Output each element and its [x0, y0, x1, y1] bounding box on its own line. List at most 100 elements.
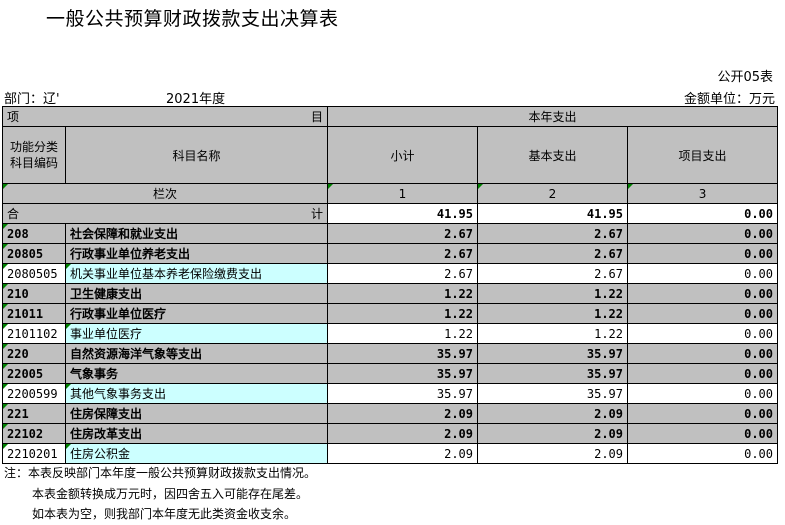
row-basic: 35.97	[477, 383, 628, 404]
row-code: 2080505	[2, 263, 66, 284]
header-func-code-line2: 科目编码	[9, 156, 58, 170]
header-mu: 目	[310, 110, 323, 124]
table-row: 2080505 机关事业单位基本养老保险缴费支出 2.67 2.67 0.00	[2, 263, 779, 284]
row-code: 20805	[2, 243, 66, 264]
fiscal-year-label: 2021年度	[166, 92, 226, 107]
table-row: 221 住房保障支出 2.09 2.09 0.00	[2, 403, 779, 424]
note-line: 本表金额转换成万元时，因四舍五入可能存在尾差。	[32, 486, 309, 501]
row-code: 221	[2, 403, 66, 424]
header-function-code: 功能分类 科目编码	[2, 126, 66, 184]
row-project: 0.00	[626, 223, 779, 244]
table-code-label: 公开05表	[717, 70, 773, 85]
header-xiang: 项	[7, 110, 20, 124]
row-name: 住房保障支出	[65, 403, 328, 424]
row-name: 住房改革支出	[65, 423, 328, 444]
row-project: 0.00	[626, 343, 779, 364]
row-basic: 2.67	[477, 263, 628, 284]
row-subtotal: 1.22	[327, 303, 478, 324]
row-subtotal: 2.09	[327, 403, 478, 424]
row-code: 210	[2, 283, 66, 304]
row-subtotal: 35.97	[327, 343, 478, 364]
header-current-year-expenditure: 本年支出	[326, 106, 779, 127]
row-subtotal: 2.09	[327, 423, 478, 444]
row-subtotal: 2.67	[327, 223, 478, 244]
note-line: 注：本表反映部门本年度一般公共预算财政拨款支出情况。	[4, 466, 317, 480]
table-row: 210 卫生健康支出 1.22 1.22 0.00	[2, 283, 779, 304]
header-subtotal: 小计	[327, 126, 478, 184]
row-project: 0.00	[626, 263, 779, 284]
row-name: 自然资源海洋气象等支出	[65, 343, 328, 364]
total-project: 0.00	[626, 203, 779, 224]
row-subtotal: 35.97	[327, 383, 478, 404]
row-code: 21011	[2, 303, 66, 324]
total-ji: 计	[310, 207, 323, 221]
table-row: 2200599 其他气象事务支出 35.97 35.97 0.00	[2, 383, 779, 404]
row-basic: 2.67	[477, 243, 628, 264]
row-name: 行政事业单位养老支出	[65, 243, 328, 264]
table-notes: 注：本表反映部门本年度一般公共预算财政拨款支出情况。 本表金额转换成万元时，因四…	[4, 463, 316, 525]
row-code: 22005	[2, 363, 66, 384]
row-code: 220	[2, 343, 66, 364]
row-subtotal: 1.22	[327, 283, 478, 304]
header-item-cell: 项 目	[2, 106, 328, 127]
row-name: 气象事务	[65, 363, 328, 384]
row-basic: 35.97	[477, 343, 628, 364]
report-page: 一般公共预算财政拨款支出决算表 公开05表 部门：辽' 2021年度 金额单位：…	[0, 0, 785, 522]
row-basic: 1.22	[477, 283, 628, 304]
row-project: 0.00	[626, 383, 779, 404]
row-basic: 2.09	[477, 423, 628, 444]
table-row: 22005 气象事务 35.97 35.97 0.00	[2, 363, 779, 384]
total-subtotal: 41.95	[327, 203, 478, 224]
row-project: 0.00	[626, 423, 779, 444]
header-row-main: 功能分类 科目编码 科目名称 小计 基本支出 项目支出	[2, 126, 779, 184]
row-code: 2210201	[2, 443, 66, 464]
row-project: 0.00	[626, 443, 779, 464]
header-basic-expenditure: 基本支出	[477, 126, 628, 184]
header-func-code-line1: 功能分类	[9, 140, 58, 154]
header-col-2: 2	[477, 183, 628, 204]
table-row: 208 社会保障和就业支出 2.67 2.67 0.00	[2, 223, 779, 244]
row-name: 社会保障和就业支出	[65, 223, 328, 244]
row-subtotal: 1.22	[327, 323, 478, 344]
table-row: 220 自然资源海洋气象等支出 35.97 35.97 0.00	[2, 343, 779, 364]
header-col-1: 1	[327, 183, 478, 204]
row-project: 0.00	[626, 243, 779, 264]
header-subject-name: 科目名称	[65, 126, 328, 184]
row-subtotal: 2.67	[327, 263, 478, 284]
row-basic: 2.09	[477, 443, 628, 464]
row-subtotal: 2.09	[327, 443, 478, 464]
header-row-top: 项 目 本年支出	[2, 106, 779, 127]
row-project: 0.00	[626, 323, 779, 344]
table-row: 22102 住房改革支出 2.09 2.09 0.00	[2, 423, 779, 444]
note-line: 如本表为空，则我部门本年度无此类资金收支余。	[32, 507, 297, 521]
total-basic: 41.95	[477, 203, 628, 224]
row-project: 0.00	[626, 363, 779, 384]
row-code: 2200599	[2, 383, 66, 404]
row-name: 机关事业单位基本养老保险缴费支出	[65, 263, 328, 284]
table-row: 2210201 住房公积金 2.09 2.09 0.00	[2, 443, 779, 464]
row-project: 0.00	[626, 303, 779, 324]
row-name: 其他气象事务支出	[65, 383, 328, 404]
row-code: 208	[2, 223, 66, 244]
row-basic: 35.97	[477, 363, 628, 384]
report-title: 一般公共预算财政拨款支出决算表	[46, 8, 339, 30]
department-label: 部门：辽'	[4, 92, 60, 107]
table-row: 21011 行政事业单位医疗 1.22 1.22 0.00	[2, 303, 779, 324]
row-project: 0.00	[626, 283, 779, 304]
row-name: 住房公积金	[65, 443, 328, 464]
amount-unit-label: 金额单位：万元	[683, 92, 775, 107]
header-row-seq: 栏次 1 2 3	[2, 183, 779, 204]
header-col-3: 3	[626, 183, 779, 204]
row-name: 行政事业单位医疗	[65, 303, 328, 324]
row-basic: 1.22	[477, 303, 628, 324]
table-row: 20805 行政事业单位养老支出 2.67 2.67 0.00	[2, 243, 779, 264]
row-basic: 1.22	[477, 323, 628, 344]
row-code: 2101102	[2, 323, 66, 344]
row-basic: 2.67	[477, 223, 628, 244]
total-he: 合	[7, 207, 20, 221]
expenditure-table: 项 目 本年支出 功能分类 科目编码 科目名称 小计 基本支出 项目支出 栏次 …	[2, 106, 779, 464]
row-name: 卫生健康支出	[65, 283, 328, 304]
header-project-expenditure: 项目支出	[626, 126, 779, 184]
row-basic: 2.09	[477, 403, 628, 424]
header-column-seq: 栏次	[2, 183, 328, 204]
